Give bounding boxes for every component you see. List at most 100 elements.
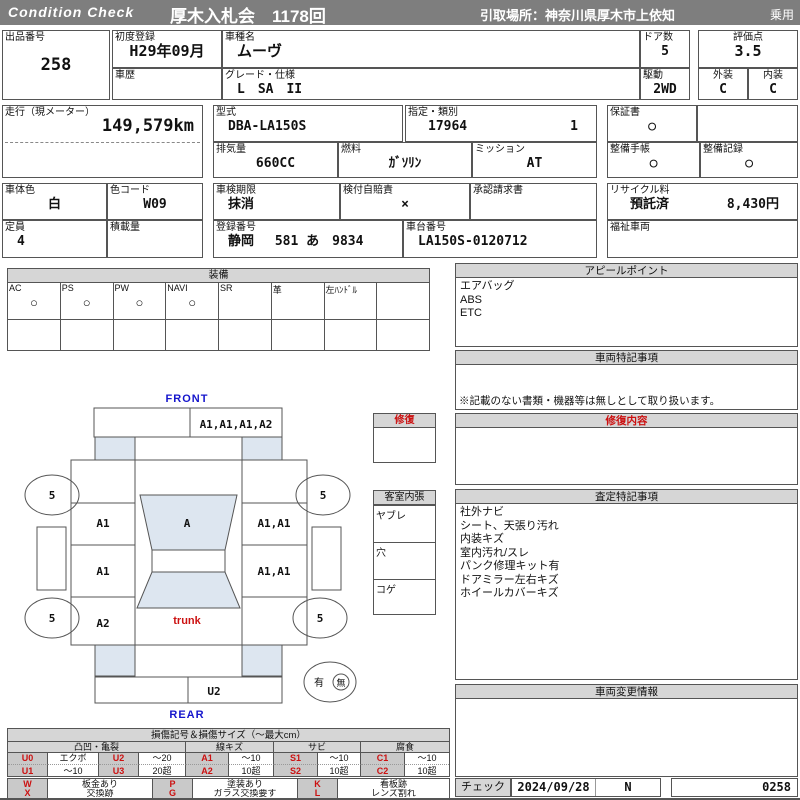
class-sub-number: 1 (570, 119, 578, 134)
check-date: 2024/09/28 (512, 779, 596, 796)
repair-details-lines (456, 428, 797, 484)
class-box: 指定・類別 17964 1 (405, 105, 597, 142)
warranty-label: 保証書 (610, 107, 640, 118)
hood-damage-label: A1,A1,A1,A2 (200, 418, 273, 431)
score-box: 評価点 3.5 (698, 30, 798, 68)
front-pillar-row (94, 436, 283, 461)
lot-number-value: 258 (40, 55, 72, 75)
transmission-label: ミッション (475, 144, 525, 155)
right-fender-damage: A1,A1 (257, 517, 290, 530)
repair-details-title: 修復内容 (456, 414, 797, 428)
interior-grade-value: C (769, 82, 777, 97)
recycle-status: 預託済 (630, 197, 670, 212)
exterior-grade-value: C (719, 82, 727, 97)
damage-legend-row2: U1 ～10 U3 20超 A2 10超 S2 10超 C2 10超 (8, 764, 449, 776)
damage-code-row2: X 交換跡 G ガラス交換要す L レンズ割れ (8, 789, 449, 798)
tire-front-right-depth: 5 (320, 489, 327, 502)
pickup-location: 引取場所：神奈川県厚木市上依知 (480, 8, 676, 23)
left-door-damage: A1 (96, 565, 110, 578)
change-info-title: 車両変更情報 (456, 685, 797, 699)
capacity-box: 定員 4 (2, 220, 107, 258)
tire-front-right: 5 (295, 474, 351, 516)
car-history-label: 車歴 (115, 70, 135, 81)
tire-front-left-depth: 5 (49, 489, 56, 502)
damage-code-table: W 板金あり P 塗装あり K 看板跡 X 交換跡 G ガラス交換要す L レン… (7, 778, 450, 798)
change-info-panel: 車両変更情報 (455, 684, 798, 777)
roof (151, 550, 226, 572)
maintenance-book-label: 整備手帳 (610, 144, 650, 155)
header-bar: Condition Check 厚木入札会 1178回 引取場所：神奈川県厚木市… (0, 0, 800, 26)
damage-legend-row1: U0 エクボ U2 ～20 A1 ～10 S1 ～10 C1 ～10 (8, 753, 449, 764)
insurance-value: × (401, 197, 409, 212)
drive-box: 駆動 2WD (640, 68, 690, 100)
left-quarter-damage: A2 (96, 617, 109, 630)
car-damage-diagram: FRONT A1,A1,A1,A2 A trunk A1 A1 A2 A1,A1… (24, 393, 357, 721)
doors-value: 5 (661, 44, 669, 59)
model-name-box: 車種名 ムーヴ (222, 30, 640, 68)
color-code-box: 色コード W09 (107, 183, 203, 220)
drive-label: 駆動 (643, 70, 663, 81)
check-label: チェック (455, 778, 511, 797)
insurance-box: 検付自賠責 × (340, 183, 470, 220)
auction-sheet: Condition Check 厚木入札会 1178回 引取場所：神奈川県厚木市… (0, 0, 800, 800)
chassis-number-value: LA150S-0120712 (418, 234, 528, 249)
capacity-label: 定員 (5, 222, 25, 233)
maintenance-book-value: ○ (649, 156, 658, 171)
equipment-cell-leather: 革 (272, 283, 325, 319)
equipment-cell-lhd: 左ﾊﾝﾄﾞﾙ (325, 283, 378, 319)
rear-panel-section: U2 (94, 676, 283, 704)
maintenance-record-box: 整備記録 ○ (700, 142, 798, 178)
equipment-row: AC ○ PS ○ PW ○ NAVI ○ SR 革 左ﾊﾝﾄﾞﾙ (8, 283, 429, 319)
doors-label: ドア数 (643, 32, 673, 43)
appeal-points-title: アピールポイント (456, 264, 797, 278)
equipment-cell-navi: NAVI ○ (166, 283, 219, 319)
hood-section: A1,A1,A1,A2 (93, 407, 283, 438)
maintenance-record-label: 整備記録 (703, 144, 743, 155)
inspection-value: 抹消 (228, 197, 255, 212)
equipment-empty-row (8, 319, 429, 350)
front-label: FRONT (166, 393, 209, 405)
mileage-divider (5, 142, 200, 143)
tire-rear-right: 5 (292, 597, 348, 639)
model-code-box: 型式 DBA-LA150S (213, 105, 403, 142)
body-color-value: 白 (47, 197, 61, 212)
recycle-fee-value: 8,430円 (726, 197, 779, 212)
appeal-points-lines: エアバッグ ABS ETC (460, 280, 515, 319)
tire-rear-left-depth: 5 (49, 612, 56, 625)
grade-box: グレード・仕様 L SA II (222, 68, 640, 100)
check-number: 0258 (671, 778, 798, 797)
model-code-value: DBA-LA150S (228, 119, 307, 134)
first-registration-value: H29年09月 (129, 42, 205, 60)
displacement-value: 660CC (255, 156, 296, 171)
drive-value: 2WD (653, 82, 677, 97)
model-code-label: 型式 (216, 107, 236, 118)
displacement-label: 排気量 (216, 144, 246, 155)
lot-number-box: 出品番号 258 (2, 30, 110, 100)
equipment-cell-extra (377, 283, 429, 319)
mileage-box: 走行（現メーター） 149,579km (2, 105, 203, 178)
fuel-label: 燃料 (341, 144, 361, 155)
warranty-value: ○ (648, 119, 656, 134)
inspection-label: 車検期限 (216, 185, 256, 196)
color-code-label: 色コード (110, 185, 150, 196)
auction-title: 厚木入札会 1178回 (170, 7, 326, 26)
equipment-cell-ps: PS ○ (61, 283, 114, 319)
equipment-cell-sr: SR (219, 283, 272, 319)
equipment-table: 装備 AC ○ PS ○ PW ○ NAVI ○ SR 革 左ﾊﾝﾄﾞﾙ (7, 268, 430, 351)
recycle-fee-box: リサイクル料 預託済 8,430円 (607, 183, 798, 220)
assessment-notes-lines: 社外ナビ シート、天張り汚れ 内装キズ 室内汚れ/スレ パンク修理キット有 ドア… (460, 506, 560, 599)
vehicle-notes-panel: 車両特記事項 ※記載のない書類・機器等は無しとして取り扱います。 (455, 350, 798, 410)
class-label: 指定・類別 (408, 107, 458, 118)
body-color-label: 車体色 (5, 185, 35, 196)
displacement-box: 排気量 660CC (213, 142, 338, 178)
damage-code-row1: W 板金あり P 塗装あり K 看板跡 (8, 779, 449, 789)
welfare-box: 福祉車両 (607, 220, 798, 258)
chassis-number-label: 車台番号 (406, 222, 446, 233)
class-number: 17964 (428, 119, 468, 134)
load-box: 積載量 (107, 220, 203, 258)
rear-window (136, 571, 241, 609)
interior-grade-box: 内装 C (748, 68, 798, 100)
change-info-lines (456, 699, 797, 776)
right-door-damage: A1,A1 (257, 565, 290, 578)
transmission-box: ミッション AT (472, 142, 597, 178)
